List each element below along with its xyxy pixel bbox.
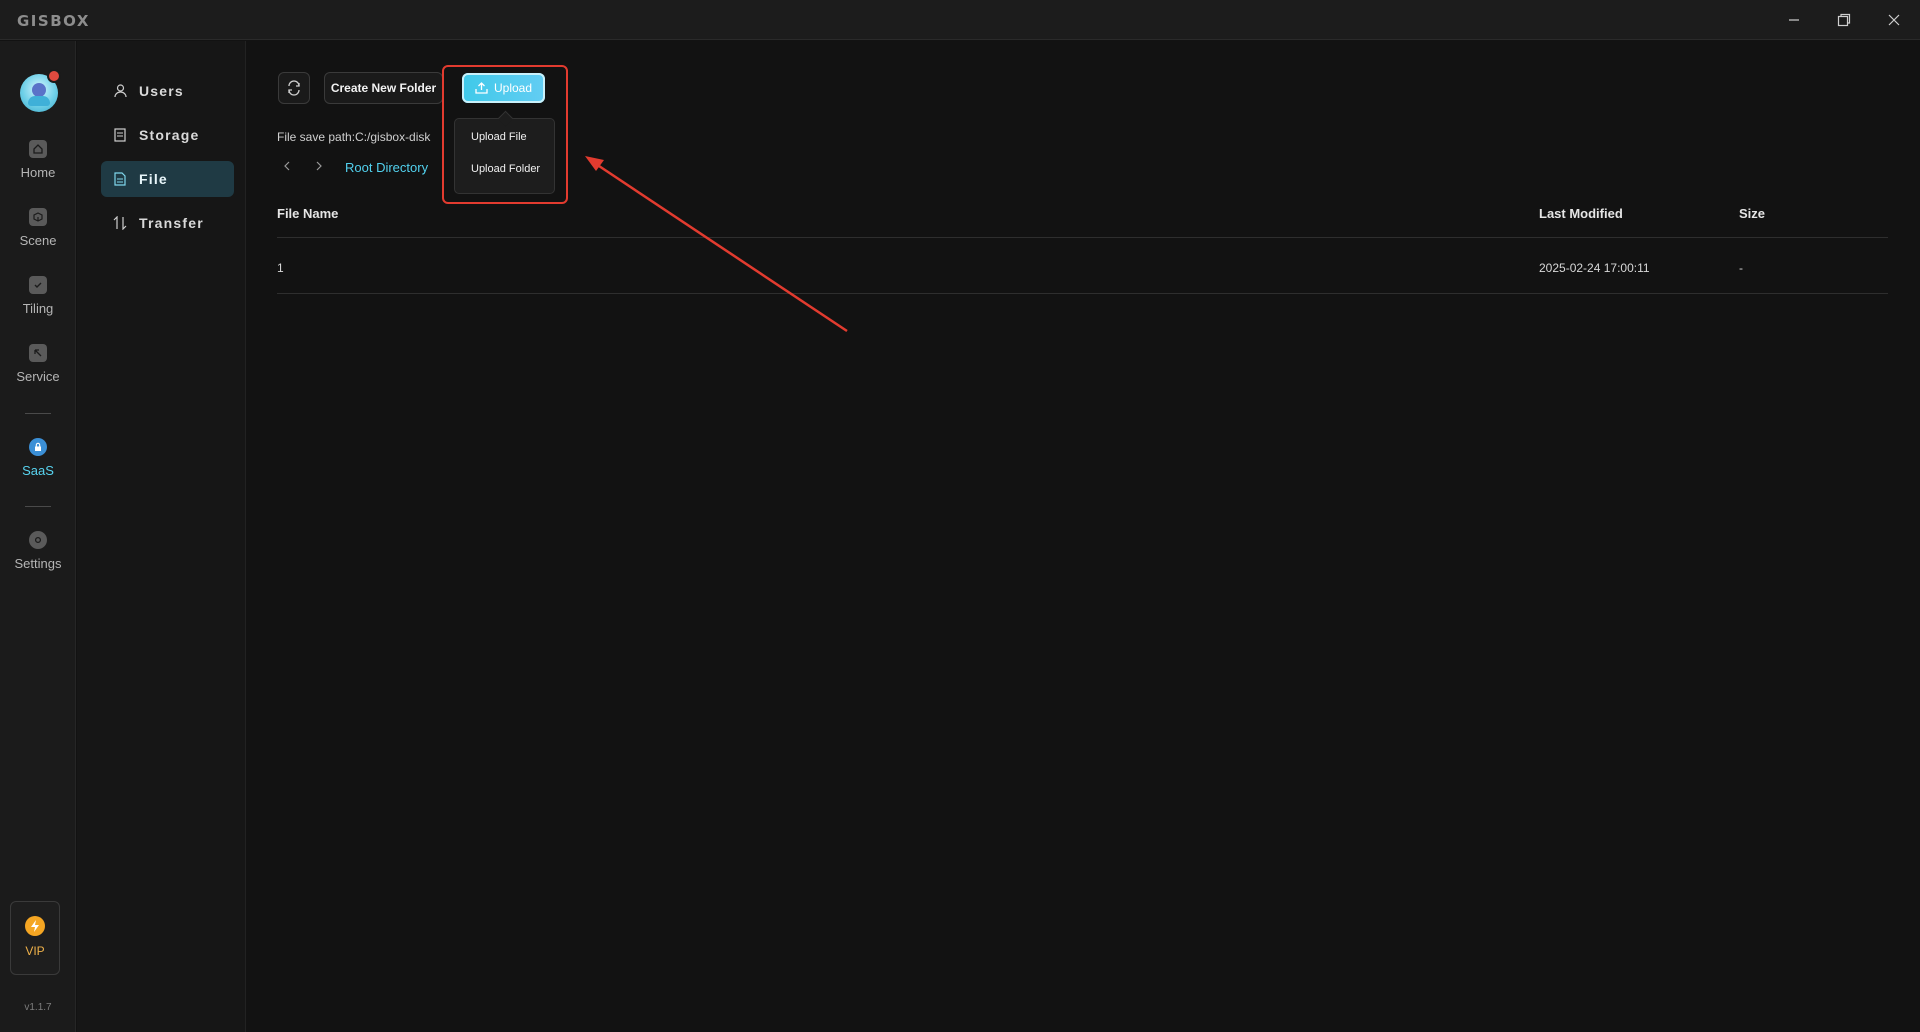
rail-label-home: Home <box>20 165 56 180</box>
close-button[interactable] <box>1879 8 1909 32</box>
avatar-body <box>28 96 50 106</box>
file-icon <box>113 172 127 186</box>
rail-label-service: Service <box>16 369 60 384</box>
rail-item-service[interactable]: Service <box>0 344 76 384</box>
chevron-right-icon <box>316 161 322 171</box>
rail-item-saas[interactable]: SaaS <box>0 438 76 478</box>
size-cell: - <box>1739 261 1743 275</box>
upload-folder-menu-item[interactable]: Upload Folder <box>463 156 548 182</box>
rail-item-tiling[interactable]: Tiling <box>0 276 76 316</box>
rail-label-settings: Settings <box>14 556 62 571</box>
primary-sidebar: Home Scene Tiling Service SaaS Settings … <box>0 41 76 1032</box>
close-icon <box>1888 14 1900 26</box>
minimize-icon <box>1789 19 1799 21</box>
rail-item-settings[interactable]: Settings <box>0 531 76 571</box>
home-icon <box>29 140 47 158</box>
restore-icon <box>1837 13 1851 27</box>
app-version: v1.1.7 <box>24 1002 52 1013</box>
rail-item-scene[interactable]: Scene <box>0 208 76 248</box>
lightning-icon <box>25 916 45 936</box>
vip-button[interactable]: VIP <box>10 901 60 975</box>
storage-icon <box>113 128 127 142</box>
column-header-last-modified[interactable]: Last Modified <box>1539 206 1623 221</box>
restore-button[interactable] <box>1829 8 1859 32</box>
subnav-label-users: Users <box>139 83 184 99</box>
rail-label-saas: SaaS <box>22 463 54 478</box>
upload-button[interactable]: Upload <box>462 73 545 103</box>
subnav-label-storage: Storage <box>139 127 200 143</box>
subnav-label-transfer: Transfer <box>139 215 204 231</box>
subnav-item-users[interactable]: Users <box>101 73 234 109</box>
column-header-file-name[interactable]: File Name <box>277 206 338 221</box>
document-check-icon <box>29 276 47 294</box>
service-icon <box>29 344 47 362</box>
app-logo: GISBOX <box>17 12 90 30</box>
upload-dropdown-menu: Upload File Upload Folder <box>454 118 555 194</box>
minimize-button[interactable] <box>1779 8 1809 32</box>
chevron-left-icon <box>284 161 290 171</box>
forward-button[interactable] <box>311 158 327 174</box>
secondary-sidebar: Users Storage File Transfer <box>77 41 246 1032</box>
notification-badge[interactable] <box>47 69 61 83</box>
save-path-text: File save path:C:/gisbox-disk <box>277 130 431 144</box>
subnav-item-file[interactable]: File <box>101 161 234 197</box>
table-row-divider <box>277 293 1888 294</box>
last-modified-cell: 2025-02-24 17:00:11 <box>1539 261 1650 275</box>
breadcrumb-root[interactable]: Root Directory <box>345 160 428 175</box>
file-panel: Create New Folder Upload Upload File Upl… <box>247 41 1920 1032</box>
refresh-icon <box>288 80 300 96</box>
refresh-button[interactable] <box>278 72 310 104</box>
rail-label-scene: Scene <box>19 233 57 248</box>
subnav-label-file: File <box>139 171 168 187</box>
rail-divider <box>25 506 51 507</box>
gear-icon <box>29 531 47 549</box>
title-bar: GISBOX <box>0 0 1920 40</box>
back-button[interactable] <box>279 158 295 174</box>
rail-divider <box>25 413 51 414</box>
column-header-size[interactable]: Size <box>1739 206 1765 221</box>
cube-icon <box>29 208 47 226</box>
lock-icon <box>29 438 47 456</box>
upload-icon <box>475 82 488 94</box>
upload-label: Upload <box>493 81 533 95</box>
subnav-item-storage[interactable]: Storage <box>101 117 234 153</box>
rail-item-home[interactable]: Home <box>0 140 76 180</box>
subnav-item-transfer[interactable]: Transfer <box>101 205 234 241</box>
upload-file-menu-item[interactable]: Upload File <box>463 124 548 150</box>
transfer-icon <box>113 216 127 230</box>
vip-label: VIP <box>25 944 45 958</box>
avatar-face <box>32 83 46 97</box>
create-folder-button[interactable]: Create New Folder <box>324 72 443 104</box>
file-name-cell[interactable]: 1 <box>277 261 284 275</box>
rail-label-tiling: Tiling <box>22 301 54 316</box>
user-icon <box>113 84 127 98</box>
